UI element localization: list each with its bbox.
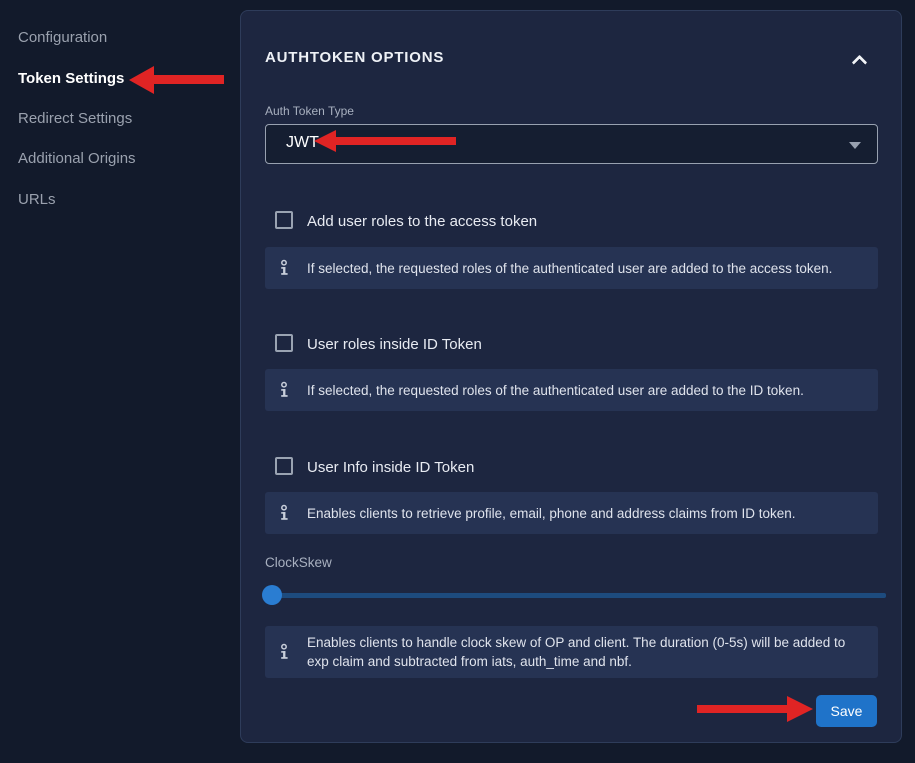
checkbox-user-info-id-token[interactable]	[275, 457, 293, 475]
checkbox-user-roles-id-token[interactable]	[275, 334, 293, 352]
checkbox-label[interactable]: User Info inside ID Token	[307, 459, 474, 476]
sidebar-item-token-settings[interactable]: Token Settings	[18, 71, 124, 87]
info-box: If selected, the requested roles of the …	[265, 369, 878, 411]
sidebar-item-additional-origins[interactable]: Additional Origins	[18, 151, 136, 167]
chevron-down-icon	[849, 142, 861, 149]
sidebar-item-configuration[interactable]: Configuration	[18, 30, 107, 46]
auth-token-type-label: Auth Token Type	[265, 104, 354, 118]
authtoken-options-panel: AUTHTOKEN OPTIONS Auth Token Type JWT Ad…	[240, 10, 902, 743]
info-icon	[278, 382, 290, 399]
info-text: Enables clients to handle clock skew of …	[307, 633, 864, 671]
clockskew-slider-thumb[interactable]	[262, 585, 282, 605]
token-settings-screen: Configuration Token Settings Redirect Se…	[0, 0, 915, 763]
sidebar-item-urls[interactable]: URLs	[18, 192, 56, 208]
info-icon	[278, 505, 290, 522]
checkbox-add-user-roles-access-token[interactable]	[275, 211, 293, 229]
clockskew-label: ClockSkew	[265, 555, 332, 570]
panel-title: AUTHTOKEN OPTIONS	[265, 49, 444, 66]
checkbox-label[interactable]: Add user roles to the access token	[307, 213, 537, 230]
collapse-chevron-up-icon[interactable]	[853, 55, 865, 67]
save-button[interactable]: Save	[816, 695, 877, 727]
info-text: If selected, the requested roles of the …	[307, 259, 832, 278]
checkbox-label[interactable]: User roles inside ID Token	[307, 336, 482, 353]
info-icon	[278, 644, 290, 661]
sidebar-item-redirect-settings[interactable]: Redirect Settings	[18, 111, 132, 127]
info-text: If selected, the requested roles of the …	[307, 381, 804, 400]
info-box: If selected, the requested roles of the …	[265, 247, 878, 289]
info-icon	[278, 260, 290, 277]
info-box: Enables clients to retrieve profile, ema…	[265, 492, 878, 534]
info-box: Enables clients to handle clock skew of …	[265, 626, 878, 678]
clockskew-slider-track[interactable]	[265, 593, 886, 598]
info-text: Enables clients to retrieve profile, ema…	[307, 504, 796, 523]
